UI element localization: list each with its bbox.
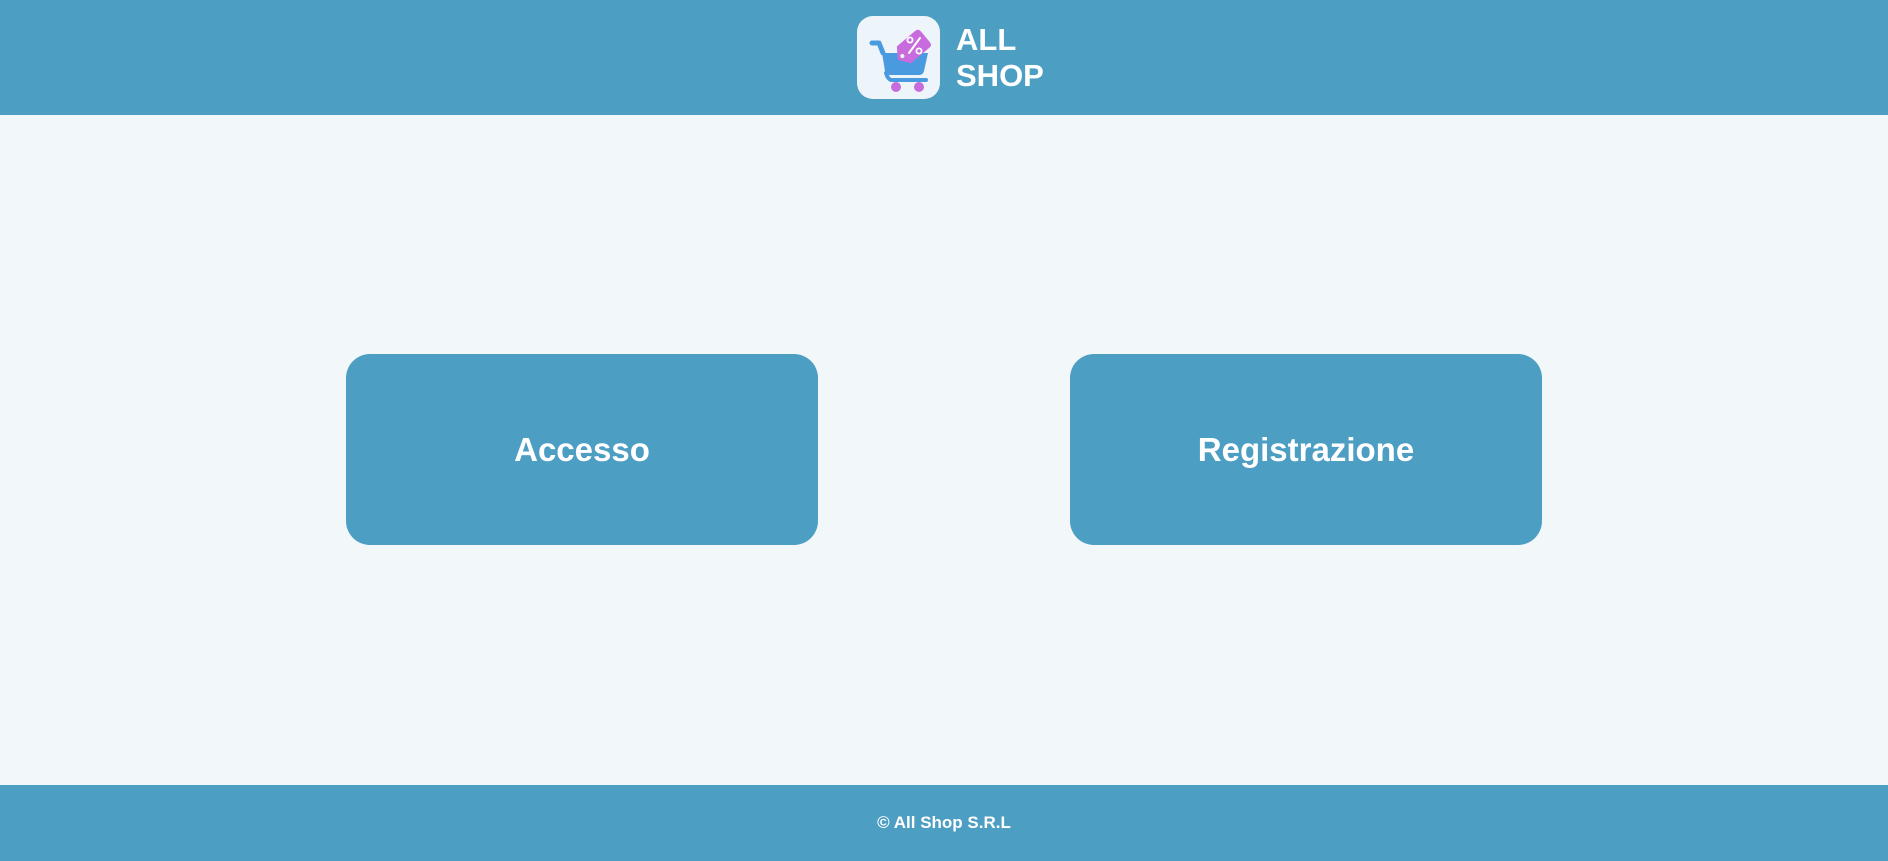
copyright-text: © All Shop S.R.L [877, 813, 1011, 832]
brand-home-link[interactable]: ALL SHOP [857, 16, 1066, 99]
shopping-cart-discount-tag-icon [869, 29, 931, 92]
logo-tile [857, 16, 940, 99]
page-footer: © All Shop S.R.L [0, 785, 1888, 861]
brand-name: ALL SHOP [956, 22, 1066, 94]
brand-line-2: SHOP [956, 57, 1044, 93]
top-header: ALL SHOP [0, 0, 1888, 115]
login-button[interactable]: Accesso [346, 354, 818, 545]
main-content: Accesso Registrazione [0, 115, 1888, 785]
register-button[interactable]: Registrazione [1070, 354, 1542, 545]
brand-line-1: ALL [956, 21, 1017, 57]
